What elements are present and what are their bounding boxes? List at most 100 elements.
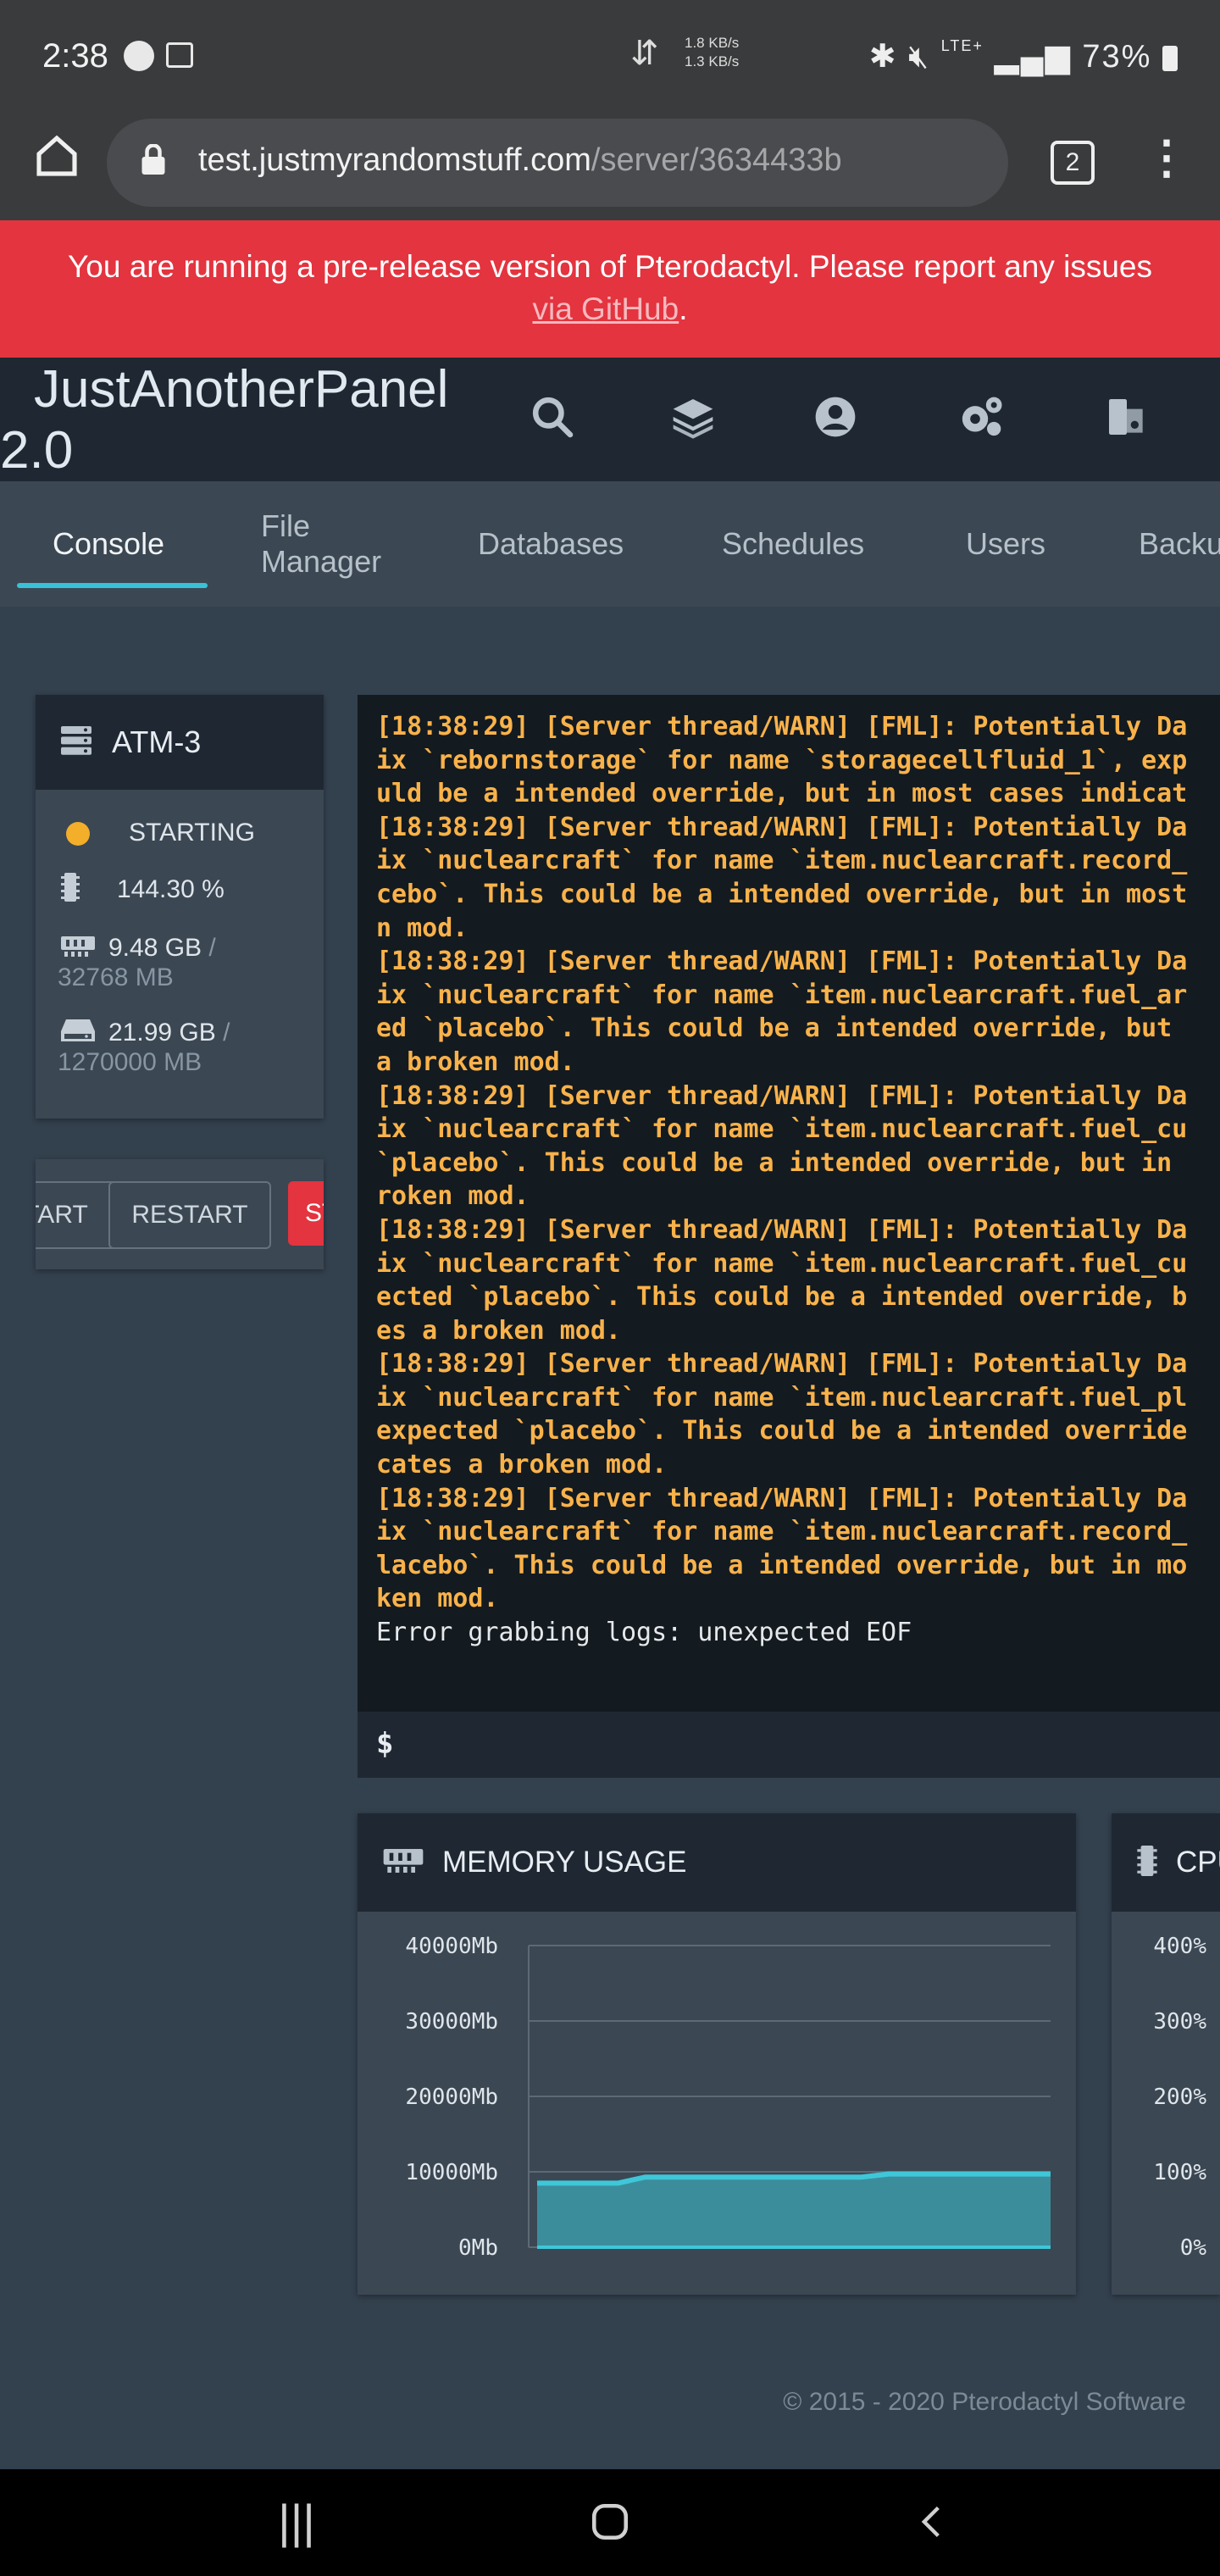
console-line: ix `nuclearcraft` for name `item.nuclear… xyxy=(376,980,1188,1010)
console-line: ix `nuclearcraft` for name `item.nuclear… xyxy=(376,846,1188,876)
stop-button[interactable]: STOP xyxy=(288,1181,324,1246)
console-line: ix `nuclearcraft` for name `item.nuclear… xyxy=(376,1382,1188,1413)
disk-stat: 21.99 GB / 1270000 MB xyxy=(58,1019,230,1077)
console-line: cebo`. This could be a intended override… xyxy=(376,879,1188,909)
memory-chart: 40000Mb 30000Mb 20000Mb 10000Mb 0Mb xyxy=(405,1934,1051,2261)
console-line: a broken mod. xyxy=(376,1046,575,1077)
console-line: es a broken mod. xyxy=(376,1315,621,1346)
server-console[interactable]: [18:38:29] [Server thread/WARN] [FML]: P… xyxy=(358,695,1220,1712)
url-text: test.justmyrandomstuff.com/server/363443… xyxy=(198,142,842,178)
memory-stat: 9.48 GB / 32768 MB xyxy=(58,934,216,992)
console-line: cates a broken mod. xyxy=(376,1450,668,1480)
home-nav-icon[interactable] xyxy=(585,2496,635,2547)
tab-databases[interactable]: Databases xyxy=(478,481,624,607)
y-tick-label: 10000Mb xyxy=(405,2160,498,2185)
console-line: ix `nuclearcraft` for name `item.nuclear… xyxy=(376,1114,1188,1145)
server-name: ATM-3 xyxy=(112,724,202,759)
console-line: [18:38:29] [Server thread/WARN] [FML]: P… xyxy=(376,812,1188,842)
console-line: `placebo`. This could be a intended over… xyxy=(376,1147,1173,1178)
y-tick-label: 0Mb xyxy=(458,2235,498,2261)
console-line: [18:38:29] [Server thread/WARN] [FML]: P… xyxy=(376,1349,1188,1380)
lock-icon xyxy=(141,143,166,182)
home-icon[interactable] xyxy=(27,132,86,192)
microchip-icon xyxy=(1137,1845,1157,1880)
banner-text: You are running a pre-release version of… xyxy=(68,249,1152,284)
memory-usage-graph: MEMORY USAGE 40000Mb 30000Mb 20000Mb 10000M… xyxy=(358,1813,1076,2295)
github-link[interactable]: via GitHub xyxy=(532,291,679,326)
memory-icon xyxy=(383,1848,424,1877)
tab-users[interactable]: Users xyxy=(966,481,1045,607)
layers-icon[interactable] xyxy=(668,393,718,444)
memory-graph-header: MEMORY USAGE xyxy=(358,1813,1076,1912)
status-right: ✱ 🔇︎ LTE+ ▂▄▆ 73% xyxy=(869,37,1178,75)
server-icon xyxy=(61,725,92,759)
cpu-chart: 400% 300% 200% 100% 0% xyxy=(1153,1934,1207,2261)
tab-file-manager[interactable]: File Manager xyxy=(261,481,381,607)
hdd-icon xyxy=(61,1019,95,1048)
active-tab-indicator xyxy=(17,583,208,588)
y-tick-label: 20000Mb xyxy=(405,2085,498,2110)
y-tick-label: 40000Mb xyxy=(405,1934,498,1959)
tab-backups[interactable]: Backups xyxy=(1139,481,1220,607)
server-status: STARTING xyxy=(36,819,324,873)
memory-icon xyxy=(61,935,95,963)
console-line: [18:38:29] [Server thread/WARN] [FML]: P… xyxy=(376,1080,1188,1111)
cpu-stat: 144.30 % xyxy=(36,873,324,934)
sign-out-icon[interactable] xyxy=(1101,393,1152,444)
cpu-usage-graph: CPU USAGE 400% 300% 200% 100% 0% xyxy=(1112,1813,1220,2295)
search-icon[interactable] xyxy=(527,393,578,444)
cogs-icon[interactable] xyxy=(956,393,1006,444)
y-tick-label: 300% xyxy=(1153,2009,1206,2035)
console-line: [18:38:29] [Server thread/WARN] [FML]: P… xyxy=(376,712,1188,741)
status-dot xyxy=(66,822,90,847)
console-line: [18:38:29] [Server thread/WARN] [FML]: P… xyxy=(376,947,1188,977)
console-line: uld be a intended override, but in most … xyxy=(376,779,1188,809)
more-menu-icon[interactable]: ⋮ xyxy=(1144,130,1190,184)
bluetooth-icon: ✱ xyxy=(868,39,898,75)
tab-switcher-button[interactable]: 2 xyxy=(1051,141,1095,185)
mute-icon: 🔇︎ xyxy=(908,39,931,75)
console-command-input[interactable]: $ xyxy=(358,1712,1220,1778)
battery-icon xyxy=(1162,45,1178,71)
console-prompt: $ xyxy=(376,1727,394,1761)
address-bar[interactable]: test.justmyrandomstuff.com/server/363443… xyxy=(107,119,1008,207)
brand-title[interactable]: JustAnotherPanel 2.0 xyxy=(0,359,500,481)
microchip-icon xyxy=(61,873,95,908)
tab-schedules[interactable]: Schedules xyxy=(722,481,864,607)
y-tick-label: 100% xyxy=(1153,2160,1206,2185)
signal-icon: ▂▄▆ xyxy=(994,39,1072,75)
data-transfer-icon: ⇵ xyxy=(630,35,659,72)
lte-indicator: LTE+ xyxy=(940,37,984,54)
y-tick-label: 200% xyxy=(1153,2085,1206,2110)
recent-apps-icon[interactable]: ||| xyxy=(263,2496,330,2547)
pre-release-banner: You are running a pre-release version of… xyxy=(0,220,1220,358)
server-tabs: Console File Manager Databases Schedules… xyxy=(0,481,1220,607)
console-output: [18:38:29] [Server thread/WARN] [FML]: P… xyxy=(358,695,1220,1650)
spotify-icon xyxy=(124,41,154,71)
server-info-card: ATM-3 STARTING 144.30 % 9.48 GB / 32768 … xyxy=(36,695,324,1119)
android-nav-bar: ||| xyxy=(0,2469,1220,2576)
status-time: 2:38 xyxy=(42,37,108,75)
panel-header: JustAnotherPanel 2.0 xyxy=(0,358,1220,481)
user-circle-icon[interactable] xyxy=(810,393,861,444)
memory-graph-title: MEMORY USAGE xyxy=(442,1846,687,1879)
power-controls: START RESTART STOP xyxy=(36,1159,324,1269)
console-line: [18:38:29] [Server thread/WARN] [FML]: P… xyxy=(376,1483,1188,1513)
back-icon[interactable] xyxy=(907,2496,957,2547)
battery-level: 73% xyxy=(1082,39,1152,75)
status-bar: 2:38 ⇵ 1.8 KB/s 1.3 KB/s ✱ 🔇︎ LTE+ ▂▄▆ 7… xyxy=(0,0,1220,114)
y-tick-label: 0% xyxy=(1180,2235,1207,2261)
gallery-icon xyxy=(166,42,193,68)
console-line: n mod. xyxy=(376,913,469,943)
y-tick-label: 30000Mb xyxy=(405,2009,498,2035)
restart-button[interactable]: RESTART xyxy=(108,1181,271,1249)
cpu-graph-header: CPU USAGE xyxy=(1112,1813,1220,1912)
console-line: ed `placebo`. This could be a intended o… xyxy=(376,1013,1173,1044)
console-line: ken mod. xyxy=(376,1584,499,1614)
console-line: expected `placebo`. This could be a inte… xyxy=(376,1416,1188,1446)
console-line: roken mod. xyxy=(376,1181,530,1212)
console-line: [18:38:29] [Server thread/WARN] [FML]: P… xyxy=(376,1214,1188,1245)
y-tick-label: 400% xyxy=(1153,1934,1206,1959)
console-line: lacebo`. This could be a intended overri… xyxy=(376,1550,1188,1580)
network-speed: 1.8 KB/s 1.3 KB/s xyxy=(685,35,740,69)
